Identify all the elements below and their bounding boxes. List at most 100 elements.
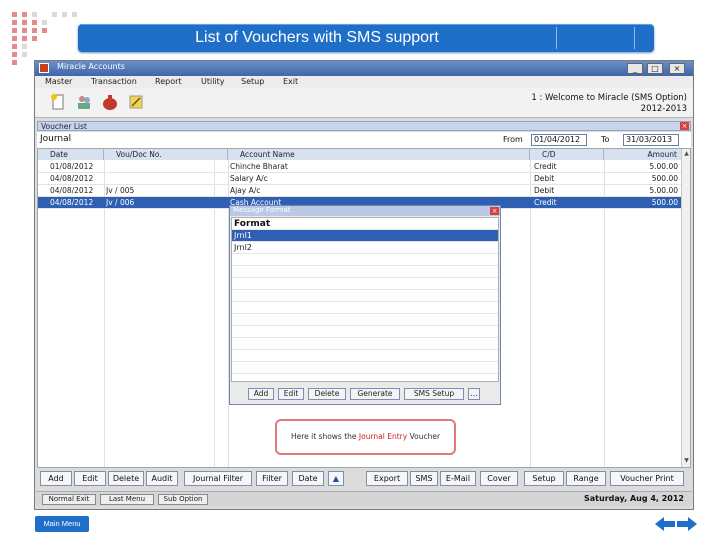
column-header-amount[interactable]: Amount (604, 149, 682, 160)
email-button[interactable]: E-Mail (440, 471, 476, 486)
banner-divider (634, 27, 635, 49)
from-date-field[interactable]: 01/04/2012 (531, 134, 587, 146)
normal-exit-button[interactable]: Normal Exit (42, 494, 96, 505)
format-empty-row (232, 290, 498, 302)
callout-suffix: Voucher (407, 432, 441, 441)
cover-button[interactable]: Cover (480, 471, 518, 486)
close-window-button[interactable]: × (669, 63, 685, 74)
format-list: Format Jrnl1 Jrnl2 (231, 217, 499, 382)
menu-report[interactable]: Report (155, 77, 182, 86)
callout-prefix: Here it shows the (290, 432, 359, 441)
menu-bar: Master Transaction Report Utility Setup … (35, 76, 693, 88)
message-format-title: Message Format (233, 206, 291, 214)
welcome-text: 1 : Welcome to Miracle (SMS Option) (531, 93, 687, 103)
cell-amount: 5.00.00 (649, 186, 678, 195)
previous-arrow-icon[interactable] (655, 517, 675, 531)
format-add-button[interactable]: Add (248, 388, 274, 400)
format-delete-button[interactable]: Delete (308, 388, 346, 400)
sms-setup-button[interactable]: SMS Setup (404, 388, 464, 400)
cell-cd: Credit (534, 198, 557, 207)
status-date: Saturday, Aug 4, 2012 (584, 494, 684, 503)
edit-note-icon[interactable] (127, 93, 145, 111)
cell-date: 04/08/2012 (50, 174, 94, 183)
to-date-field[interactable]: 31/03/2013 (623, 134, 679, 146)
format-item-selected[interactable]: Jrnl1 (232, 230, 498, 242)
export-button[interactable]: Export (366, 471, 408, 486)
money-bag-icon[interactable] (101, 93, 119, 111)
callout-text: Here it shows the Journal Entry Voucher (277, 432, 454, 441)
sub-option-button[interactable]: Sub Option (158, 494, 208, 505)
menu-utility[interactable]: Utility (201, 77, 225, 86)
format-empty-row (232, 338, 498, 350)
close-voucher-list-button[interactable]: × (680, 122, 689, 130)
window-title: Miracle Accounts (57, 62, 125, 71)
format-empty-row (232, 302, 498, 314)
table-row[interactable]: 01/08/2012 Chinche Bharat Credit 5.00.00 (38, 161, 682, 173)
journal-filter-button[interactable]: Journal Filter (184, 471, 252, 486)
status-bar: Normal Exit Last Menu Sub Option Saturda… (36, 491, 692, 506)
menu-transaction[interactable]: Transaction (91, 77, 137, 86)
new-document-icon[interactable] (49, 93, 67, 111)
filter-button[interactable]: Filter (256, 471, 288, 486)
callout-highlight: Journal Entry (358, 432, 408, 441)
scroll-down-icon[interactable]: ▼ (683, 457, 690, 464)
decorative-dot (42, 20, 47, 25)
next-arrow-icon[interactable] (677, 517, 697, 531)
table-row[interactable]: 04/08/2012 Salary A/c Debit 500.00 (38, 173, 682, 185)
add-button[interactable]: Add (40, 471, 72, 486)
date-button[interactable]: Date (292, 471, 324, 486)
financial-year: 2012-2013 (640, 104, 687, 114)
decorative-dot (12, 52, 17, 57)
decorative-dot (12, 44, 17, 49)
setup-button[interactable]: Setup (524, 471, 564, 486)
format-item[interactable]: Jrnl2 (232, 242, 498, 254)
vertical-scrollbar[interactable]: ▲ ▼ (681, 149, 690, 467)
voucher-list-title: Voucher List (41, 122, 87, 131)
from-label: From (503, 135, 523, 144)
format-more-button[interactable]: ... (468, 388, 480, 400)
cell-amount: 5.00.00 (649, 162, 678, 171)
minimize-button[interactable]: _ (627, 63, 643, 74)
scroll-up-icon[interactable]: ▲ (683, 150, 690, 157)
cell-amount: 500.00 (651, 174, 678, 183)
decorative-dot (32, 36, 37, 41)
column-header-account[interactable]: Account Name (228, 149, 530, 160)
column-header-cd[interactable]: C/D (530, 149, 604, 160)
menu-master[interactable]: Master (45, 77, 72, 86)
title-banner: List of Vouchers with SMS support (78, 24, 654, 52)
banner-divider (556, 27, 557, 49)
range-button[interactable]: Range (566, 471, 606, 486)
cell-cd: Debit (534, 174, 555, 183)
column-header-date[interactable]: Date (38, 149, 104, 160)
main-menu-button[interactable]: Main Menu (35, 516, 89, 532)
close-message-format-button[interactable]: × (490, 207, 499, 215)
maximize-button[interactable]: □ (647, 63, 663, 74)
format-empty-row (232, 350, 498, 362)
edit-button[interactable]: Edit (74, 471, 106, 486)
sort-up-icon[interactable]: ▲ (328, 471, 344, 486)
table-row[interactable]: 04/08/2012 Jv / 005 Ajay A/c Debit 5.00.… (38, 185, 682, 197)
cell-date: 04/08/2012 (50, 186, 94, 195)
decorative-dot (52, 12, 57, 17)
sms-button[interactable]: SMS (410, 471, 438, 486)
journal-entry-callout: Here it shows the Journal Entry Voucher (275, 419, 456, 455)
format-edit-button[interactable]: Edit (278, 388, 304, 400)
voucher-list-titlebar: Voucher List × (37, 121, 691, 131)
decorative-dot (12, 28, 17, 33)
format-empty-row (232, 254, 498, 266)
voucher-print-button[interactable]: Voucher Print (610, 471, 684, 486)
delete-button[interactable]: Delete (108, 471, 144, 486)
message-format-dialog: Message Format × Format Jrnl1 Jrnl2 Add … (229, 205, 501, 405)
column-header-vou-no[interactable]: Vou/Doc No. (104, 149, 228, 160)
format-empty-row (232, 266, 498, 278)
menu-exit[interactable]: Exit (283, 77, 298, 86)
format-list-header: Format (232, 218, 498, 230)
to-label: To (601, 135, 610, 144)
audit-button[interactable]: Audit (146, 471, 178, 486)
users-icon[interactable] (75, 93, 93, 111)
last-menu-button[interactable]: Last Menu (100, 494, 154, 505)
message-format-titlebar: Message Format × (230, 206, 500, 216)
menu-setup[interactable]: Setup (241, 77, 264, 86)
format-generate-button[interactable]: Generate (350, 388, 400, 400)
decorative-dot (32, 12, 37, 17)
